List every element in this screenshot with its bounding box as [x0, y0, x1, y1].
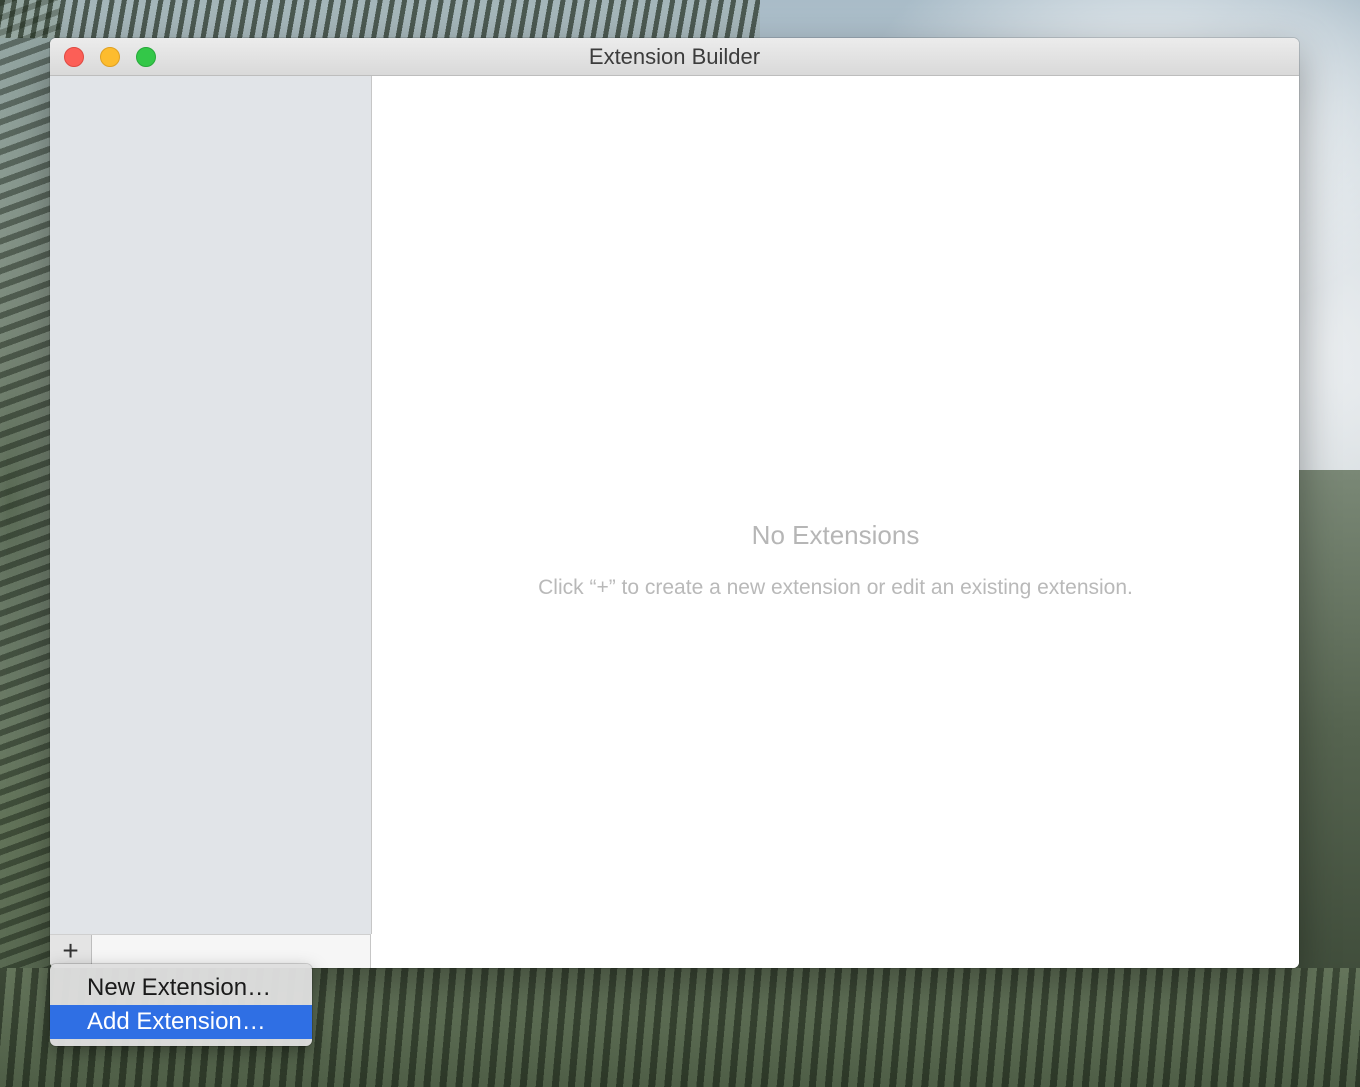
- extension-builder-window: Extension Builder + No Extensions Click …: [50, 38, 1299, 968]
- title-bar[interactable]: Extension Builder: [50, 38, 1299, 76]
- menu-item-add-extension[interactable]: Add Extension…: [50, 1005, 312, 1039]
- tree-foliage-top: [0, 0, 760, 38]
- empty-state-message: Click “+” to create a new extension or e…: [538, 576, 1133, 599]
- empty-state-title: No Extensions: [751, 520, 920, 550]
- close-window-button[interactable]: [64, 47, 84, 67]
- extensions-sidebar[interactable]: [50, 76, 372, 934]
- detail-pane: No Extensions Click “+” to create a new …: [372, 76, 1299, 968]
- hillside: [1299, 470, 1360, 990]
- menu-item-new-extension[interactable]: New Extension…: [50, 971, 312, 1005]
- sidebar-footer: +: [50, 934, 371, 968]
- window-title: Extension Builder: [588, 44, 761, 69]
- add-extension-popup-menu: New Extension… Add Extension…: [50, 964, 312, 1046]
- zoom-window-button[interactable]: [136, 47, 156, 67]
- minimize-window-button[interactable]: [100, 47, 120, 67]
